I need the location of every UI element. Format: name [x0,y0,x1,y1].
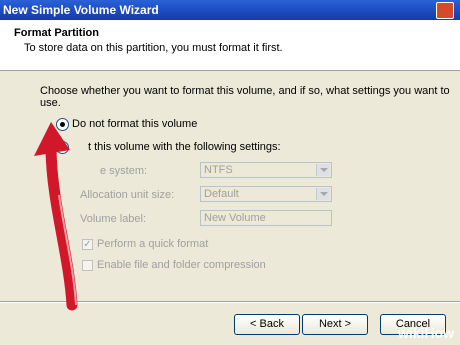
red-arrow-annotation [34,122,78,311]
watermark-suffix: How [424,325,454,341]
watermark: wikiHow [398,325,454,341]
watermark-prefix: wiki [397,325,425,341]
